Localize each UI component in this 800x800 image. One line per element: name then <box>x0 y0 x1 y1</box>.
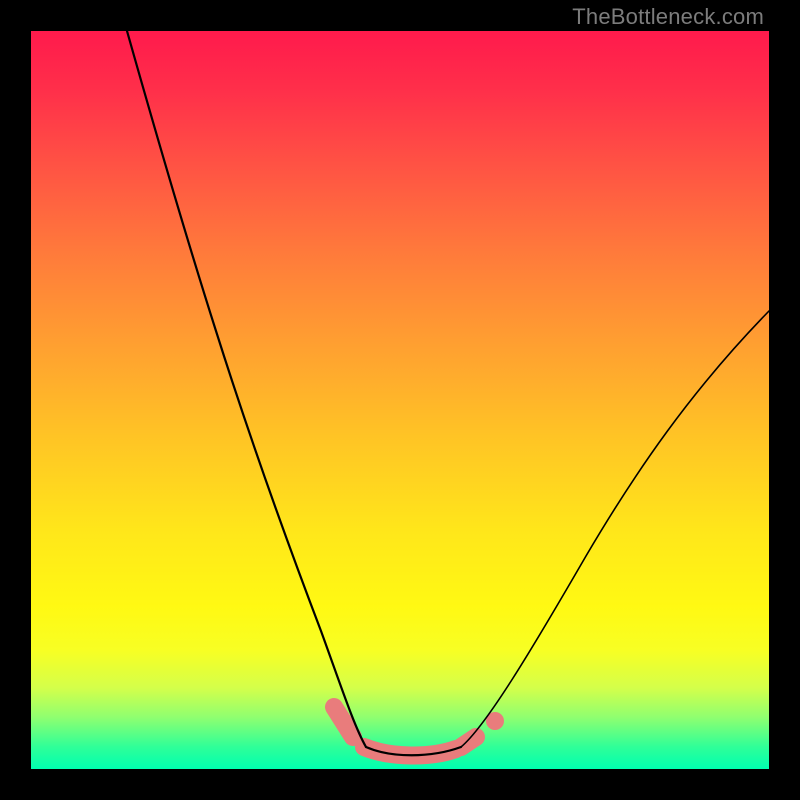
highlight-segment-left <box>334 707 353 737</box>
highlight-segment-right <box>461 737 476 747</box>
curve-group <box>127 31 769 755</box>
curve-right-branch <box>461 311 769 747</box>
highlight-segment-flat <box>364 747 456 756</box>
chart-frame: TheBottleneck.com <box>0 0 800 800</box>
plot-area <box>31 31 769 769</box>
curve-left-branch <box>127 31 366 747</box>
highlight-dot <box>486 712 504 730</box>
curve-flat-bottom <box>366 747 461 755</box>
highlight-group <box>334 707 504 756</box>
watermark-text: TheBottleneck.com <box>572 4 764 30</box>
curve-layer <box>31 31 769 769</box>
